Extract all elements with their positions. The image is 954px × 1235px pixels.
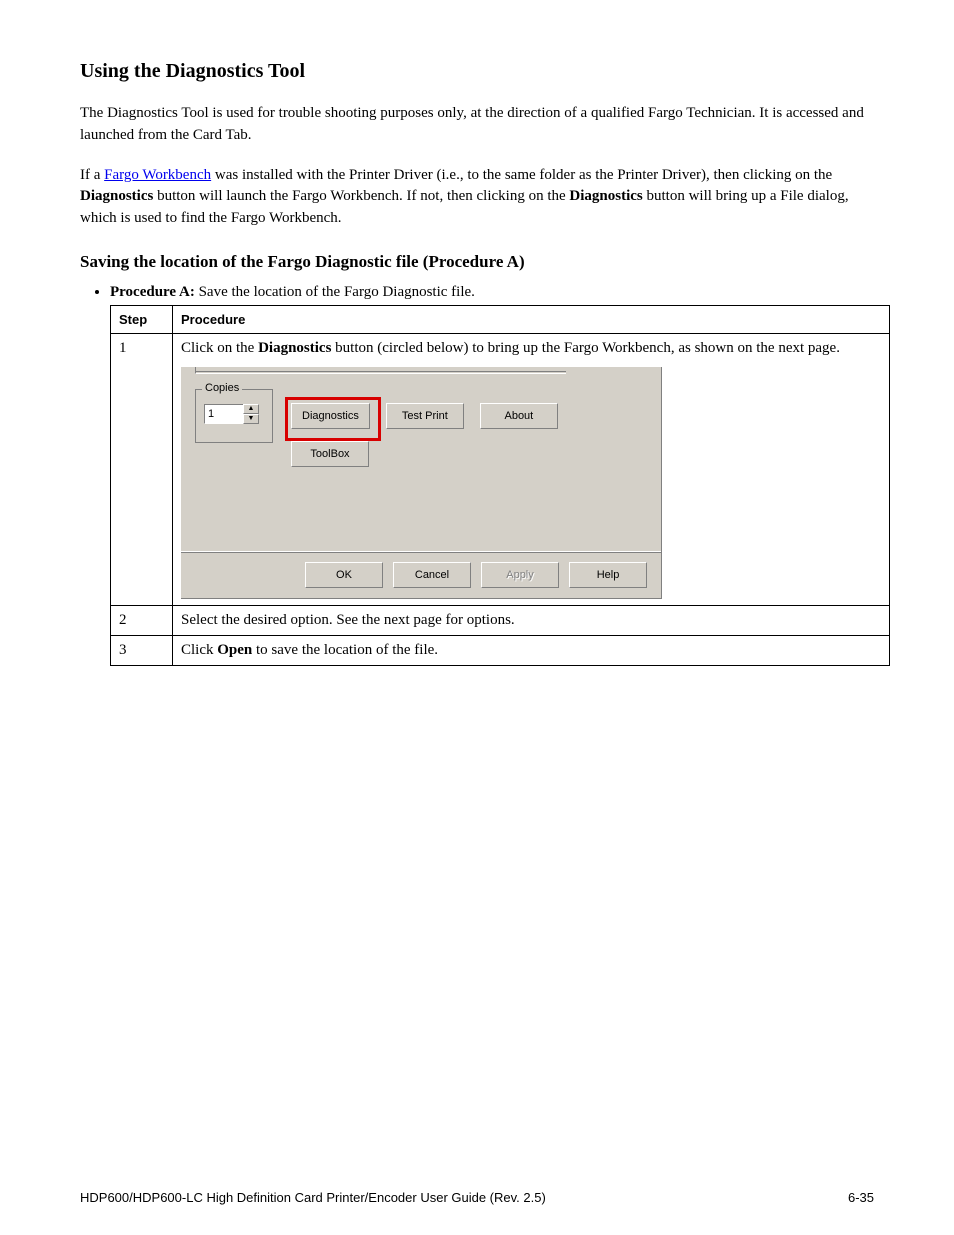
footer-right: 6-35 xyxy=(848,1190,874,1205)
text: Click xyxy=(181,642,217,658)
section-heading: Saving the location of the Fargo Diagnos… xyxy=(80,252,874,272)
copies-group: Copies ▲ ▼ xyxy=(195,389,273,443)
step-number: 3 xyxy=(111,635,173,665)
copies-spinner: ▲ ▼ xyxy=(243,404,259,424)
test-print-button[interactable]: Test Print xyxy=(386,403,464,429)
intro-paragraph: The Diagnostics Tool is used for trouble… xyxy=(80,103,874,147)
dialog-screenshot: Copies ▲ ▼ xyxy=(181,367,881,599)
table-row: 2 Select the desired option. See the nex… xyxy=(111,605,890,635)
footer-left: HDP600/HDP600-LC High Definition Card Pr… xyxy=(80,1190,546,1205)
step-number: 1 xyxy=(111,333,173,605)
step-action: Select the desired option. See the next … xyxy=(173,605,890,635)
print-dialog: Copies ▲ ▼ xyxy=(181,367,662,599)
spin-down-button[interactable]: ▼ xyxy=(243,414,259,424)
page-footer: HDP600/HDP600-LC High Definition Card Pr… xyxy=(80,1190,874,1205)
help-button[interactable]: Help xyxy=(569,562,647,588)
table-row: 3 Click Open to save the location of the… xyxy=(111,635,890,665)
dialog-cutoff-line xyxy=(195,367,566,374)
procedure-a-text: Save the location of the Fargo Diagnosti… xyxy=(199,284,475,300)
open-bold: Open xyxy=(217,642,252,658)
diagnostics-button[interactable]: Diagnostics xyxy=(291,403,370,429)
cancel-button[interactable]: Cancel xyxy=(393,562,471,588)
about-button[interactable]: About xyxy=(480,403,558,429)
steps-table: Step Procedure 1 Click on the Diagnostic… xyxy=(110,305,890,666)
spin-up-button[interactable]: ▲ xyxy=(243,404,259,414)
text: was installed with the Printer Driver (i… xyxy=(215,167,832,183)
step-action: Click on the Diagnostics button (circled… xyxy=(173,333,890,605)
text: button (circled below) to bring up the F… xyxy=(331,340,840,356)
copies-input[interactable] xyxy=(204,404,244,424)
procedure-list: Procedure A: Save the location of the Fa… xyxy=(110,284,874,301)
procedure-a-label: Procedure A: xyxy=(110,284,195,300)
apply-button[interactable]: Apply xyxy=(481,562,559,588)
page-title: Using the Diagnostics Tool xyxy=(80,60,874,83)
text: button will launch the Fargo Workbench. … xyxy=(157,188,566,204)
table-row: 1 Click on the Diagnostics button (circl… xyxy=(111,333,890,605)
diagnostics-bold-2: Diagnostics xyxy=(569,188,642,204)
ok-button[interactable]: OK xyxy=(305,562,383,588)
link-fargo-workbench[interactable]: Fargo Workbench xyxy=(104,167,211,183)
col-step: Step xyxy=(111,305,173,333)
paragraph-workbench: If a Fargo Workbench was installed with … xyxy=(80,165,874,230)
diagnostics-bold-1: Diagnostics xyxy=(80,188,153,204)
step-action: Click Open to save the location of the f… xyxy=(173,635,890,665)
step-number: 2 xyxy=(111,605,173,635)
col-procedure: Procedure xyxy=(173,305,890,333)
text: to save the location of the file. xyxy=(252,642,438,658)
copies-legend: Copies xyxy=(202,382,242,394)
toolbox-button[interactable]: ToolBox xyxy=(291,441,369,467)
text: Click on the xyxy=(181,340,258,356)
dialog-footer: OK Cancel Apply Help xyxy=(181,551,661,598)
procedure-a-item: Procedure A: Save the location of the Fa… xyxy=(110,284,874,301)
diagnostics-bold: Diagnostics xyxy=(258,340,331,356)
text: If a xyxy=(80,167,100,183)
